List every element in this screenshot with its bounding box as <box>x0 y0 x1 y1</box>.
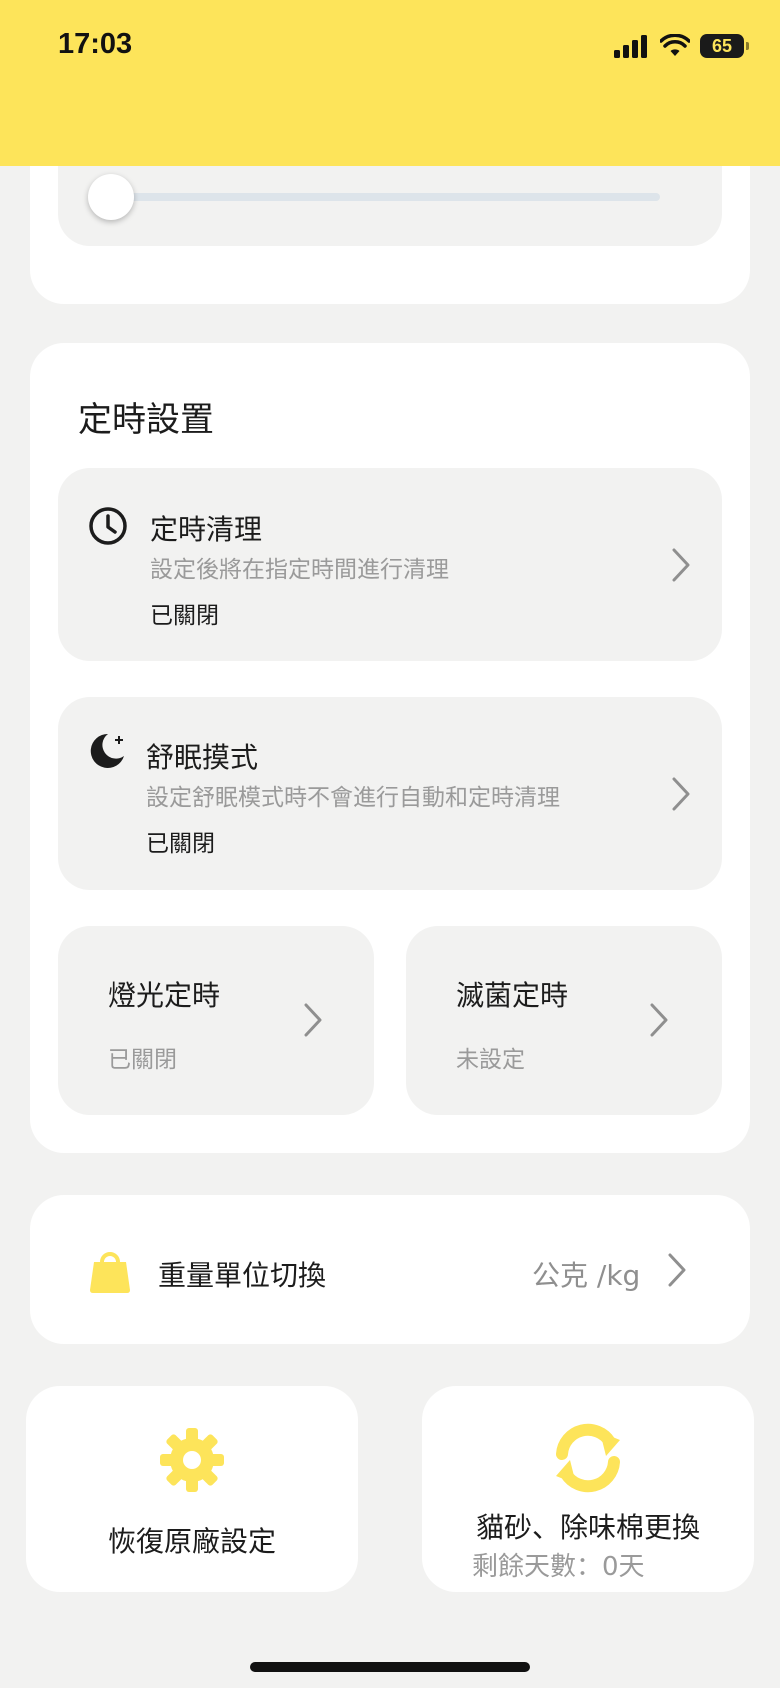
refresh-icon <box>556 1423 620 1493</box>
signal-icon <box>614 35 647 58</box>
scheduled-clean-status: 已關閉 <box>150 603 219 629</box>
factory-reset-label: 恢復原廠設定 <box>107 1525 276 1558</box>
clock-icon <box>89 507 127 545</box>
weight-unit-value: 公克 /kg <box>532 1259 641 1292</box>
light-timer-title: 燈光定時 <box>108 979 221 1012</box>
chevron-right-icon <box>650 1003 668 1037</box>
moon-icon <box>90 733 124 768</box>
scheduled-clean-subtitle: 設定後將在指定時間進行清理 <box>150 557 449 583</box>
home-indicator <box>250 1662 530 1672</box>
light-timer-tile[interactable] <box>58 926 374 1115</box>
slider-track[interactable] <box>110 193 660 201</box>
section-title: 定時設置 <box>78 400 214 440</box>
slider-knob[interactable] <box>88 174 134 220</box>
chevron-right-icon <box>672 777 690 811</box>
battery-level: 65 <box>711 35 733 56</box>
chevron-right-icon <box>672 548 690 582</box>
bag-icon <box>90 1252 130 1293</box>
sleep-mode-status: 已關閉 <box>146 831 215 857</box>
weight-unit-label: 重量單位切換 <box>158 1259 327 1292</box>
topbar-cover <box>0 100 780 166</box>
wifi-icon <box>660 34 690 56</box>
scheduled-clean-title: 定時清理 <box>150 513 263 546</box>
sterilize-timer-status: 未設定 <box>456 1047 525 1073</box>
sterilize-timer-tile[interactable] <box>406 926 722 1115</box>
chevron-right-icon <box>304 1003 322 1037</box>
sterilize-timer-title: 滅菌定時 <box>456 979 569 1012</box>
status-icons: 65 <box>614 32 749 60</box>
light-timer-status: 已關閉 <box>108 1047 177 1073</box>
sleep-mode-title: 舒眠摸式 <box>146 741 259 774</box>
sleep-mode-subtitle: 設定舒眠模式時不會進行自動和定時清理 <box>146 785 560 811</box>
battery-indicator: 65 <box>700 34 749 58</box>
litter-remaining-days: 剩餘天數：0天 <box>472 1552 645 1582</box>
weight-unit-row[interactable] <box>30 1195 750 1344</box>
litter-replace-label: 貓砂、除味棉更換 <box>475 1511 700 1544</box>
status-time: 17:03 <box>58 28 133 60</box>
gear-icon <box>160 1428 224 1492</box>
chevron-right-icon <box>668 1253 686 1287</box>
